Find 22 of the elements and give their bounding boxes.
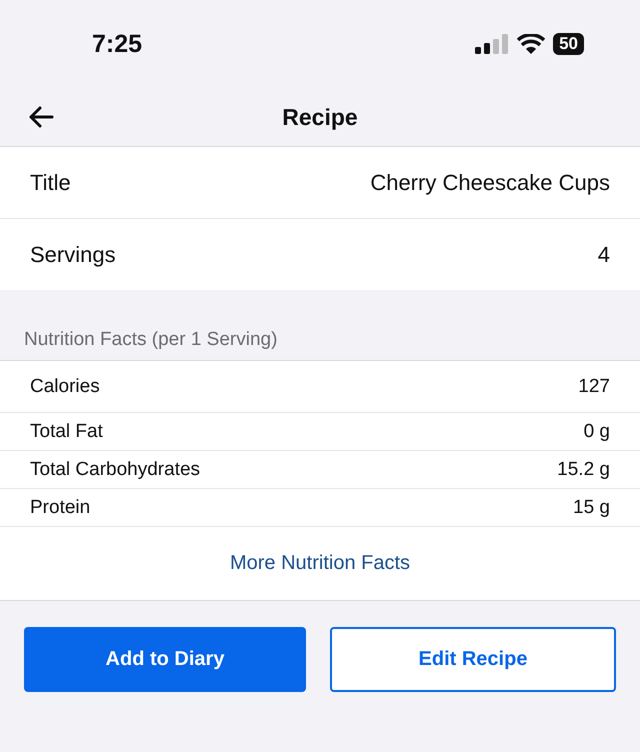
more-nutrition-link[interactable]: More Nutrition Facts <box>230 552 410 575</box>
edit-button[interactable]: Edit Recipe <box>330 627 616 692</box>
battery-level: 50 <box>553 33 584 55</box>
field-label: Servings <box>30 242 116 268</box>
nutrient-label: Calories <box>30 376 100 398</box>
field-value[interactable]: Cherry Cheescake Cups <box>370 170 610 196</box>
signal-icon <box>475 34 510 54</box>
nutrient-value: 127 <box>578 376 610 398</box>
field-label: Title <box>30 170 71 196</box>
back-arrow-icon[interactable] <box>28 105 54 129</box>
nutrient-label: Protein <box>30 496 90 518</box>
field-value[interactable]: 4 <box>598 242 610 268</box>
status-time: 7:25 <box>92 30 142 58</box>
section-header: Nutrition Facts (per 1 Serving) <box>24 329 278 351</box>
nutrient-value: 15.2 g <box>557 458 610 480</box>
add-button[interactable]: Add to Diary <box>24 627 306 692</box>
nutrient-label: Total Fat <box>30 420 103 442</box>
nutrient-value: 0 g <box>584 420 610 442</box>
nutrient-value: 15 g <box>573 496 610 518</box>
nutrient-label: Total Carbohydrates <box>30 458 200 480</box>
wifi-icon <box>517 34 546 54</box>
screen-title: Recipe <box>282 104 358 130</box>
